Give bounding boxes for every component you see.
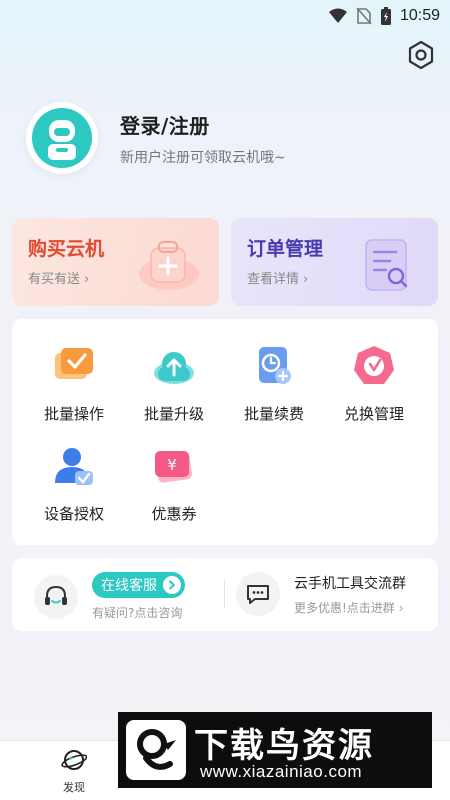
grid-label: 设备授权 [43,505,104,523]
status-icons: 10:59 [328,6,440,26]
grid-item-coupon[interactable]: ¥ 优惠券 [124,443,224,524]
chevron-right-icon [163,576,181,594]
login-register-link[interactable]: 登录/注册 [120,110,286,139]
batch-check-icon [55,348,93,379]
grid-item-device-authorization[interactable]: 设备授权 [24,443,124,524]
clock-renew-icon [259,347,291,384]
grid-item-batch-upgrade[interactable]: 批量升级 [124,343,224,424]
gear-icon [408,40,434,70]
battery-icon [380,7,391,25]
order-document-icon [365,239,408,291]
watermark-url: www.xiazainiao.com [200,762,363,781]
nav-discover-label: 发现 [63,781,85,794]
default-avatar-icon [32,108,92,168]
watermark-banner: 下载鸟资源 www.xiazainiao.com [118,712,432,788]
online-service-text: 在线客服 有疑问?点击咨询 [92,572,185,621]
cloud-upload-icon [154,352,194,384]
divider [224,580,225,608]
quick-cards: 购买云机 有买有送 › 订单管理 查看详情 › [12,218,438,306]
login-subtitle: 新用户注册可领取云机哦~ [120,149,286,166]
grid-item-redeem-management[interactable]: 兑换管理 [324,343,424,424]
profile-text: 登录/注册 新用户注册可领取云机哦~ [120,110,286,167]
status-time: 10:59 [399,7,440,24]
service-panel: 在线客服 有疑问?点击咨询 云手机工具交流群 更多优惠!点击进群 › [12,558,438,631]
settings-button[interactable] [406,40,436,70]
online-service[interactable]: 在线客服 有疑问?点击咨询 [34,572,185,621]
order-card-subtitle: 查看详情 › [247,272,309,287]
community-group[interactable]: 云手机工具交流群 更多优惠!点击进群 › [236,572,406,616]
online-service-subtitle: 有疑问?点击咨询 [92,606,183,620]
shopping-bag-icon [139,241,199,290]
avatar[interactable] [26,102,98,174]
bird-logo-icon [126,720,186,780]
community-title: 云手机工具交流群 [294,575,406,592]
nav-discover[interactable]: 发现 [52,747,96,795]
buy-card-subtitle: 有买有送 › [28,272,90,287]
status-bar: 10:59 [0,0,450,32]
feature-grid: 批量操作 批量升级 批量续费 兑换管理 设备授权 ¥ 优惠券 [12,319,438,545]
community-subtitle: 更多优惠!点击进群 › [294,600,404,615]
buy-card-title: 购买云机 [28,238,105,260]
online-service-label: 在线客服 [101,578,157,594]
order-management-card[interactable]: 订单管理 查看详情 › [231,218,438,306]
no-sim-icon [356,7,372,25]
wifi-icon [328,8,347,23]
grid-item-batch-renew[interactable]: 批量续费 [224,343,324,424]
profile-login-area[interactable]: 登录/注册 新用户注册可领取云机哦~ [26,102,286,174]
order-card-title: 订单管理 [247,238,324,260]
grid-label: 优惠券 [151,505,197,523]
watermark-title: 下载鸟资源 [194,726,374,766]
online-service-button[interactable]: 在线客服 [92,572,185,598]
redeem-icon [354,346,394,384]
user-auth-icon [55,448,93,485]
coupon-icon: ¥ [155,451,192,483]
svg-text:¥: ¥ [167,456,177,474]
headset-icon [34,574,78,619]
chat-bubble-icon [236,572,280,616]
grid-label: 批量续费 [243,405,304,423]
community-text: 云手机工具交流群 更多优惠!点击进群 › [294,573,406,616]
planet-icon [61,750,88,770]
grid-item-batch-operation[interactable]: 批量操作 [24,343,124,424]
grid-label: 兑换管理 [343,405,404,423]
grid-label: 批量操作 [43,405,104,423]
buy-cloud-phone-card[interactable]: 购买云机 有买有送 › [12,218,219,306]
grid-label: 批量升级 [143,405,204,423]
